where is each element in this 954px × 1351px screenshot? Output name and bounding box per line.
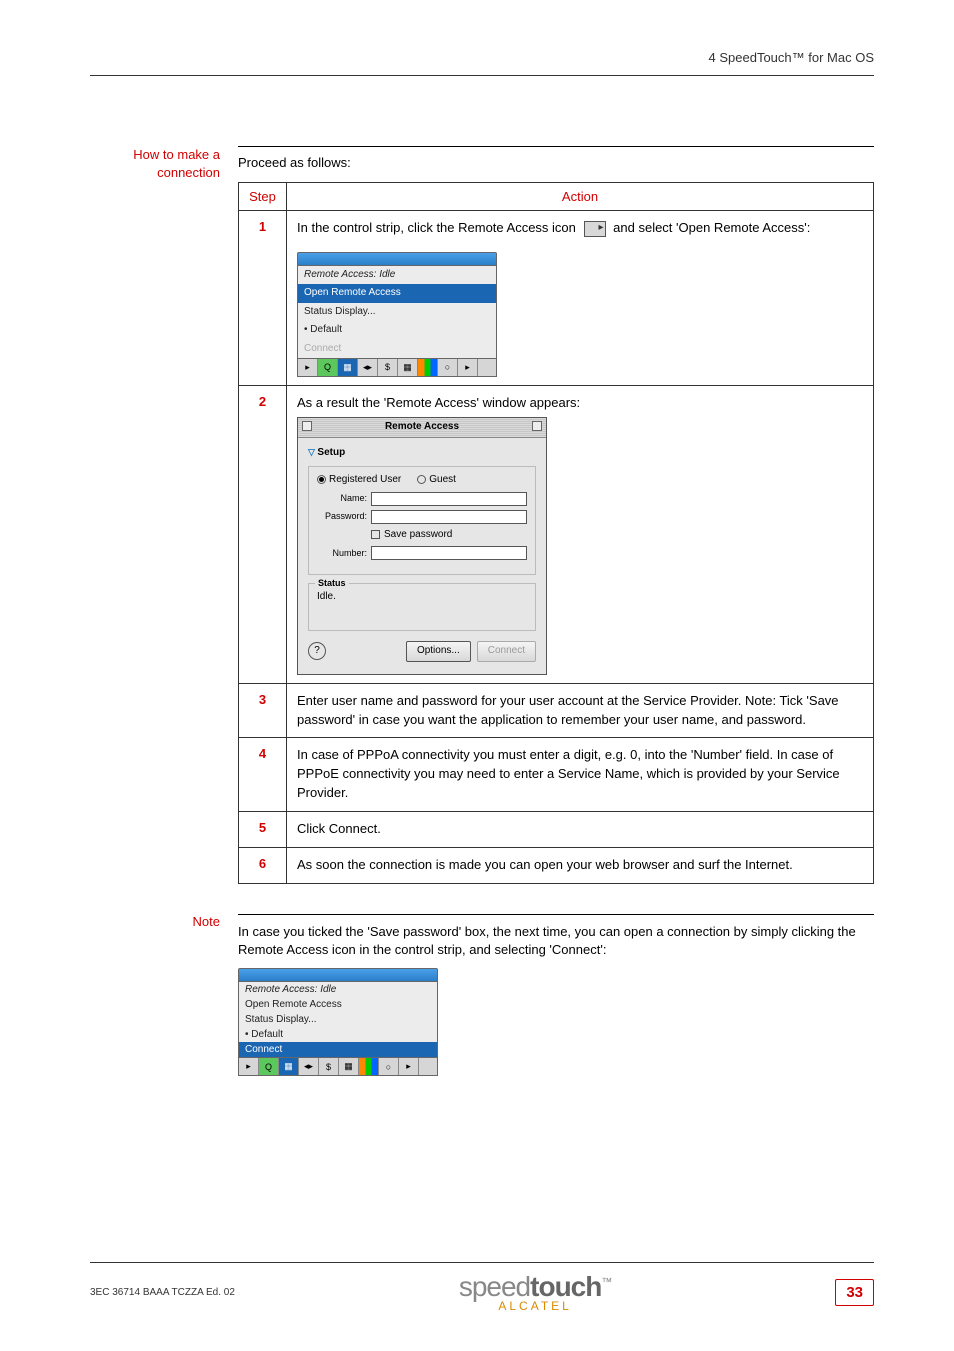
status-box: Status Idle. [308,583,536,631]
table-row: 6 As soon the connection is made you can… [239,847,874,883]
label-guest: Guest [429,474,456,485]
logo-speed: speed [459,1271,530,1302]
footer-doc-id: 3EC 36714 BAAA TCZZA Ed. 02 [90,1287,235,1298]
footer-logo: speedtouch™ ALCATEL [235,1271,835,1313]
section-rule [238,146,874,147]
status-text: Idle. [317,590,527,605]
logo-tm: ™ [601,1277,611,1289]
name-field [371,492,527,506]
step5-text: Click Connect. [287,811,874,847]
menu2-status-display: Status Display... [239,1012,437,1027]
setup-fieldset: Registered User Guest Name: [308,466,536,575]
number-field [371,546,527,560]
label-password: Password: [317,510,367,523]
control-strip-menu-screenshot-2: Remote Access: Idle Open Remote Access S… [238,968,438,1076]
table-row: 4 In case of PPPoA connectivity you must… [239,738,874,812]
page-number: 33 [835,1279,874,1306]
options-button: Options... [406,641,471,662]
menu2-title: Remote Access: Idle [239,982,437,997]
menu-title: Remote Access: Idle [298,266,496,285]
menu2-connect: Connect [239,1042,437,1057]
step1-text-a: In the control strip, click the Remote A… [297,220,576,235]
step3-text: Enter user name and password for your us… [287,683,874,738]
label-save-password: Save password [384,529,452,540]
step4-text: In case of PPPoA connectivity you must e… [287,738,874,812]
window-title: Remote Access [385,421,459,432]
step-number: 5 [239,811,287,847]
control-strip-menu-screenshot: Remote Access: Idle Open Remote Access S… [297,252,497,378]
note-text: In case you ticked the 'Save password' b… [238,923,874,961]
logo-alcatel: ALCATEL [235,1299,835,1313]
table-row: 1 In the control strip, click the Remote… [239,211,874,386]
note-rule [238,914,874,915]
label-number: Number: [317,547,367,560]
password-field [371,510,527,524]
step-number: 6 [239,847,287,883]
table-row: 5 Click Connect. [239,811,874,847]
control-strip-2: ▸ Q ▦ ◂▸ $ ▦ ○ ▸ [238,1058,438,1076]
th-action: Action [287,183,874,211]
setup-label: Setup [308,446,536,461]
checkbox-save-password [371,530,380,539]
radio-guest [417,475,426,484]
step1-text-b: and select 'Open Remote Access': [613,220,810,235]
label-name: Name: [317,492,367,505]
connect-button: Connect [477,641,536,662]
footer: 3EC 36714 BAAA TCZZA Ed. 02 speedtouch™ … [90,1271,874,1313]
remote-access-icon [584,221,606,237]
status-legend: Status [315,577,349,590]
step6-text: As soon the connection is made you can o… [287,847,874,883]
menu2-open-remote-access: Open Remote Access [239,997,437,1012]
help-button: ? [308,642,326,660]
intro-text: Proceed as follows: [238,155,874,170]
step-number: 2 [239,386,287,683]
header-rule [90,75,874,76]
step-number: 3 [239,683,287,738]
zoom-icon [532,421,542,431]
remote-access-window-screenshot: Remote Access Setup Registered User Gues… [297,417,547,675]
steps-table: Step Action 1 In the control strip, clic… [238,182,874,884]
table-row: 2 As a result the 'Remote Access' window… [239,386,874,683]
side-heading-note: Note [90,914,220,929]
step2-text: As a result the 'Remote Access' window a… [297,394,863,413]
label-registered-user: Registered User [329,474,401,485]
header-chapter: 4 SpeedTouch™ for Mac OS [90,50,874,65]
footer-rule [90,1262,874,1263]
menu-connect: Connect [298,340,496,359]
table-row: 3 Enter user name and password for your … [239,683,874,738]
menu-open-remote-access: Open Remote Access [298,284,496,303]
control-strip: ▸ Q ▦ ◂▸ $ ▦ ○ ▸ [297,359,497,377]
side-heading-connection: How to make a connection [90,146,220,182]
menu-default: Default [298,321,496,340]
menu2-default: Default [239,1027,437,1042]
menu-status-display: Status Display... [298,303,496,322]
radio-registered-user [317,475,326,484]
step-number: 4 [239,738,287,812]
window-titlebar: Remote Access [298,418,546,438]
step-number: 1 [239,211,287,386]
close-icon [302,421,312,431]
logo-touch: touch [530,1271,601,1302]
th-step: Step [239,183,287,211]
